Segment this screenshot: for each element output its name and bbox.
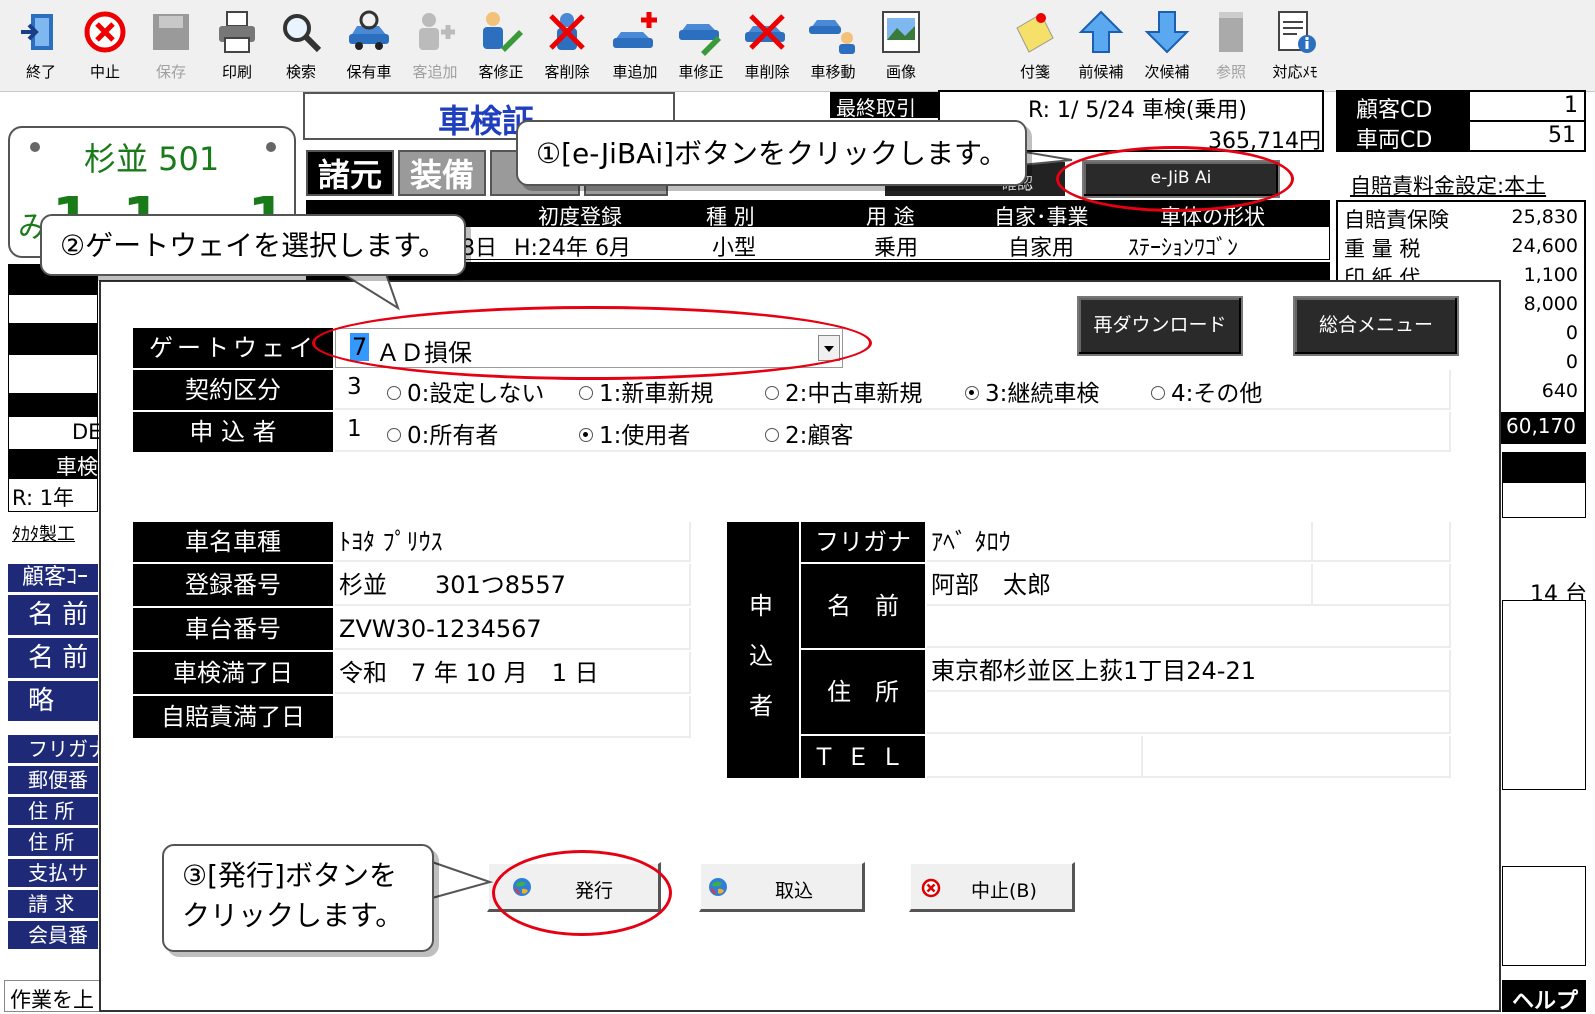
- callout-step1: ①[e-JiBAi]ボタンをクリックします。: [516, 120, 1028, 186]
- callout-step3-line2: クリックします。: [182, 899, 404, 932]
- callout-step2: ②ゲートウェイを選択します。: [40, 214, 467, 276]
- callout-step3: ③[発行]ボタンを クリックします。: [162, 844, 434, 952]
- callout-step3-line1: ③[発行]ボタンを: [182, 859, 397, 892]
